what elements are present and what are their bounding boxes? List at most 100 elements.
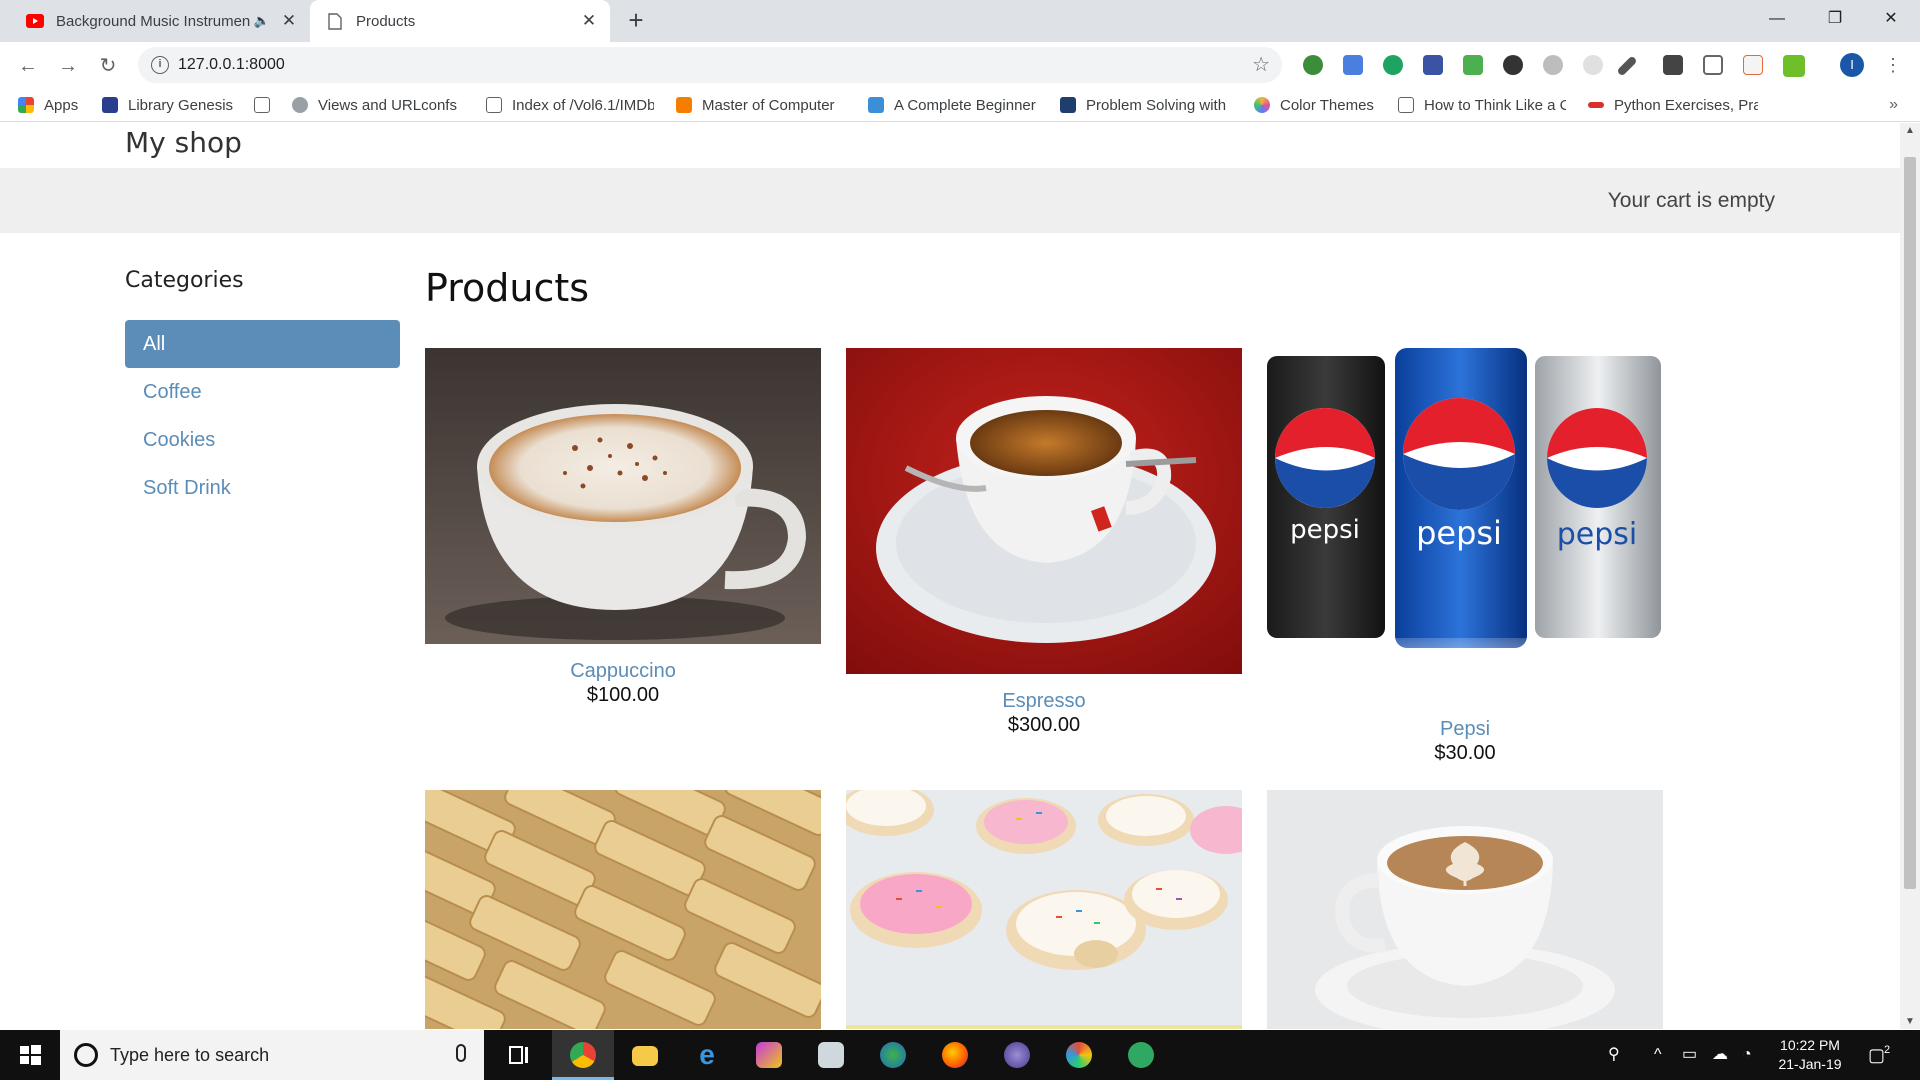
- page-icon: [1398, 97, 1414, 113]
- menu-kebab-icon[interactable]: ⋮: [1884, 51, 1902, 79]
- edge-icon: e: [699, 1039, 715, 1070]
- bookmark-library-genesis[interactable]: Library Genesis: [102, 88, 242, 122]
- minimize-button[interactable]: —: [1748, 0, 1806, 38]
- browser-toolbar: ← → ↻ i 127.0.0.1:8000 ☆ I ⋮: [0, 42, 1920, 88]
- battery-icon[interactable]: ▭: [1682, 1030, 1697, 1080]
- cappuccino-photo[interactable]: [425, 348, 821, 644]
- people-icon[interactable]: ⚲: [1608, 1030, 1620, 1080]
- wifi-icon[interactable]: ◔: [1742, 1030, 1752, 1080]
- extension-move-icon[interactable]: [1703, 55, 1723, 75]
- url-text[interactable]: 127.0.0.1:8000: [178, 47, 285, 83]
- photos-icon: [818, 1042, 844, 1068]
- bookmark-label: Color Themes: [1280, 96, 1374, 114]
- extension-gre-icon[interactable]: [1423, 55, 1443, 75]
- bookmark-star-icon[interactable]: ☆: [1252, 47, 1270, 83]
- chevron-up-icon[interactable]: ^: [1654, 1030, 1662, 1080]
- extension-m-icon[interactable]: [1783, 55, 1805, 77]
- edge-taskbar-icon[interactable]: e: [676, 1030, 738, 1080]
- espresso-photo[interactable]: [846, 348, 1242, 674]
- scroll-up-arrow-icon[interactable]: ▲: [1900, 125, 1920, 136]
- extension-calendar-icon[interactable]: [1743, 55, 1763, 75]
- taskbar-search[interactable]: Type here to search: [60, 1030, 484, 1080]
- page-scrollbar[interactable]: ▲ ▼: [1900, 123, 1920, 1029]
- w3resource-icon: [1588, 102, 1604, 108]
- category-cookies[interactable]: Cookies: [125, 416, 400, 464]
- microphone-icon[interactable]: [456, 1044, 466, 1062]
- file-explorer-taskbar-icon[interactable]: [614, 1030, 676, 1080]
- photos-taskbar-icon[interactable]: [800, 1030, 862, 1080]
- info-icon[interactable]: i: [151, 56, 169, 74]
- extension-download-icon[interactable]: [1663, 55, 1683, 75]
- cart-status: Your cart is empty: [1607, 189, 1775, 212]
- extension-cloud-icon[interactable]: [1543, 55, 1563, 75]
- product-name-link[interactable]: Espresso: [846, 689, 1242, 713]
- bookmark-problem-solving[interactable]: Problem Solving with: [1060, 88, 1232, 122]
- extension-translate-icon[interactable]: [1343, 55, 1363, 75]
- globe-app-taskbar-icon[interactable]: [862, 1030, 924, 1080]
- can-label: pepsi: [1290, 515, 1360, 545]
- paint-app-taskbar-icon[interactable]: [1048, 1030, 1110, 1080]
- task-view-icon[interactable]: [488, 1030, 550, 1080]
- notification-count: 2: [1884, 1044, 1891, 1056]
- bookmarks-overflow-button[interactable]: »: [1889, 88, 1898, 122]
- reload-icon[interactable]: ↻: [92, 50, 124, 82]
- bookmark-blank[interactable]: [254, 88, 278, 122]
- bookmark-master-computer[interactable]: Master of Computer: [676, 88, 846, 122]
- profile-avatar[interactable]: I: [1840, 53, 1864, 77]
- category-soft-drink[interactable]: Soft Drink: [125, 464, 400, 512]
- new-tab-button[interactable]: +: [622, 6, 650, 34]
- pepsi-cans-photo[interactable]: pepsi pepsi pepsi: [1267, 348, 1663, 702]
- product-name-link[interactable]: Pepsi: [1267, 717, 1663, 741]
- sprinkle-cookies-photo[interactable]: [846, 790, 1242, 1029]
- extension-pen-icon[interactable]: [1616, 55, 1638, 77]
- s-icon: [868, 97, 884, 113]
- address-bar[interactable]: i 127.0.0.1:8000 ☆: [138, 47, 1282, 83]
- page-title: Products: [425, 266, 590, 310]
- bookmark-complete-beginner[interactable]: A Complete Beginner: [868, 88, 1038, 122]
- back-arrow-icon[interactable]: ←: [12, 50, 44, 82]
- product-card: pepsi pepsi pepsi Pepsi $30.00: [1267, 348, 1663, 765]
- apps-grid-icon: [18, 97, 34, 113]
- extension-sheets-icon[interactable]: [1463, 55, 1483, 75]
- cortana-icon[interactable]: [74, 1043, 98, 1067]
- bookmark-python-exercises[interactable]: Python Exercises, Pra: [1588, 88, 1758, 122]
- cart-bar: Your cart is empty: [0, 168, 1900, 233]
- close-window-button[interactable]: ✕: [1862, 0, 1920, 38]
- firefox-taskbar-icon[interactable]: [924, 1030, 986, 1080]
- chrome-taskbar-icon[interactable]: [552, 1030, 614, 1080]
- forward-arrow-icon[interactable]: →: [52, 50, 84, 82]
- close-icon[interactable]: ✕: [576, 11, 602, 31]
- tab-products[interactable]: Products ✕: [310, 0, 610, 42]
- category-coffee[interactable]: Coffee: [125, 368, 400, 416]
- restore-button[interactable]: ❐: [1806, 0, 1864, 38]
- product-name-link[interactable]: Cappuccino: [425, 659, 821, 683]
- shortbread-cookies-photo[interactable]: [425, 790, 821, 1029]
- latte-photo[interactable]: [1267, 790, 1663, 1029]
- extension-toggle-icon[interactable]: [1503, 55, 1523, 75]
- onedrive-cloud-icon[interactable]: ☁: [1712, 1030, 1728, 1080]
- scrollbar-thumb[interactable]: [1904, 157, 1916, 889]
- close-icon[interactable]: ✕: [276, 11, 302, 31]
- product-price: $30.00: [1434, 742, 1496, 764]
- bookmark-apps[interactable]: Apps: [18, 88, 88, 122]
- speaker-muted-icon[interactable]: 🔈: [254, 13, 270, 29]
- shop-logo-title[interactable]: My shop: [125, 123, 242, 163]
- system-clock[interactable]: 10:22 PM 21-Jan-19: [1760, 1036, 1860, 1074]
- books-app-taskbar-icon[interactable]: [738, 1030, 800, 1080]
- bookmark-how-to-think[interactable]: How to Think Like a C: [1398, 88, 1566, 122]
- extension-globe-icon[interactable]: [1303, 55, 1323, 75]
- tab-background-music[interactable]: Background Music Instrumen 🔈 ✕: [14, 0, 310, 42]
- bookmark-views-urlconfs[interactable]: Views and URLconfs: [292, 88, 462, 122]
- spiral-app-taskbar-icon[interactable]: [986, 1030, 1048, 1080]
- atom-taskbar-icon[interactable]: [1110, 1030, 1172, 1080]
- category-all[interactable]: All: [125, 320, 400, 368]
- extension-grammarly-icon[interactable]: [1383, 55, 1403, 75]
- scroll-down-arrow-icon[interactable]: ▼: [1900, 1016, 1920, 1027]
- bookmark-color-themes[interactable]: Color Themes: [1254, 88, 1384, 122]
- youtube-icon: [26, 12, 44, 30]
- notifications-icon[interactable]: ▢: [1868, 1030, 1885, 1080]
- bookmark-index-vol[interactable]: Index of /Vol6.1/IMDb: [486, 88, 654, 122]
- product-card: [1267, 790, 1663, 1029]
- windows-start-icon[interactable]: [0, 1030, 60, 1080]
- extension-circle-icon[interactable]: [1583, 55, 1603, 75]
